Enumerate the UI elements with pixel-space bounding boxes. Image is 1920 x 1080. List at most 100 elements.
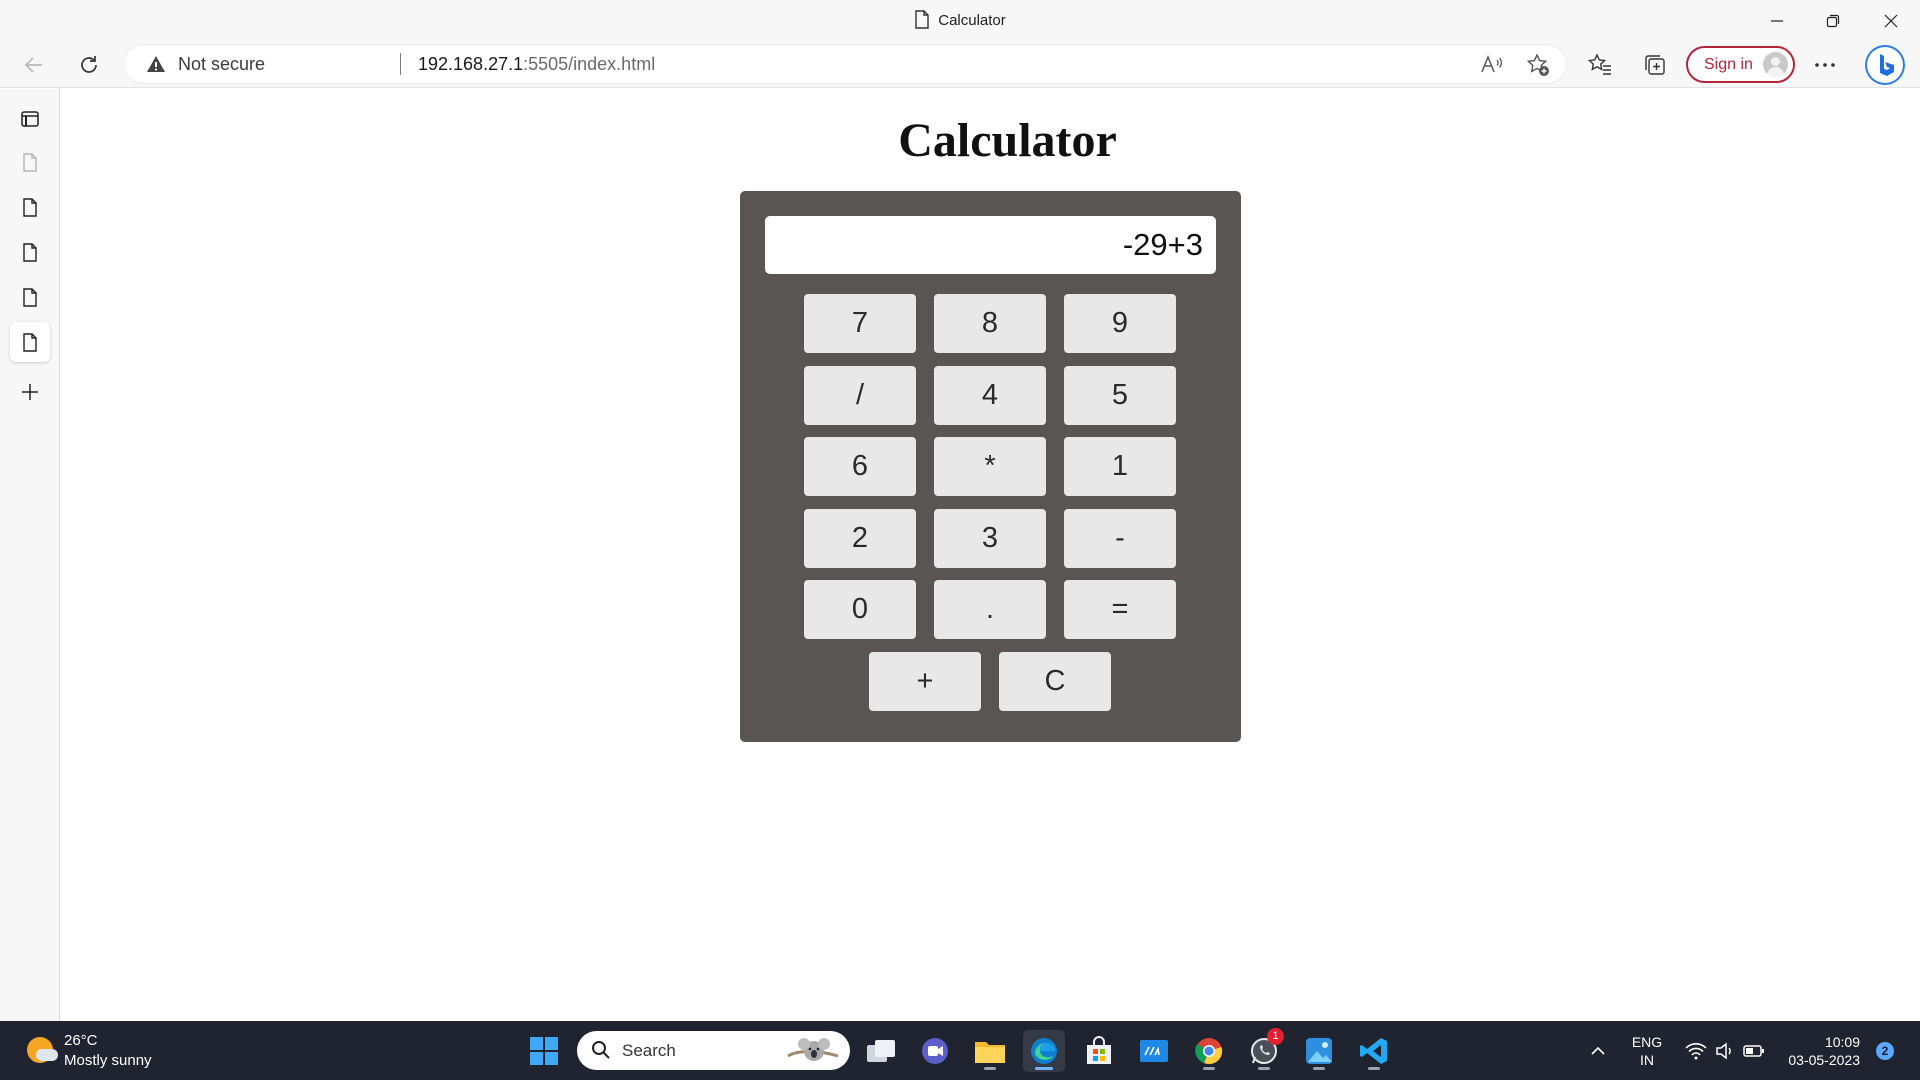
page-icon xyxy=(23,332,37,352)
photos-app-button[interactable] xyxy=(1298,1030,1340,1072)
key-add[interactable]: + xyxy=(869,652,981,711)
vscode-logo-icon xyxy=(1360,1038,1387,1064)
key-equals[interactable]: = xyxy=(1064,580,1176,639)
photos-icon xyxy=(1306,1038,1332,1064)
whatsapp-unread-badge: 1 xyxy=(1267,1028,1284,1045)
myhp-logo-icon xyxy=(1140,1040,1168,1062)
document-icon xyxy=(915,10,929,29)
clock[interactable]: 10:09 03-05-2023 xyxy=(1778,1033,1860,1069)
running-indicator xyxy=(1313,1067,1325,1070)
clock-date: 03-05-2023 xyxy=(1788,1052,1860,1068)
key-8[interactable]: 8 xyxy=(934,294,1046,353)
read-aloud-button[interactable] xyxy=(1478,51,1506,79)
settings-more-button[interactable] xyxy=(1811,51,1839,79)
page-content: Calculator -29+3 7 8 9 / 4 5 6 * 1 2 3 -… xyxy=(61,89,1920,1021)
volume-icon xyxy=(1716,1041,1731,1060)
language-region: IN xyxy=(1640,1052,1654,1068)
file-explorer-button[interactable] xyxy=(969,1030,1011,1072)
minimize-icon xyxy=(1771,19,1783,22)
sidebar-tab-active[interactable] xyxy=(10,322,50,362)
whatsapp-button[interactable]: 1 xyxy=(1243,1028,1285,1072)
task-view-button[interactable] xyxy=(860,1030,902,1072)
new-tab-button[interactable] xyxy=(10,372,50,412)
chevron-up-icon xyxy=(1591,1046,1605,1055)
address-bar[interactable]: Not secure 192.168.27.1:5505/index.html xyxy=(124,45,1566,83)
sign-in-button[interactable]: Sign in xyxy=(1686,46,1795,83)
key-multiply[interactable]: * xyxy=(934,437,1046,496)
collections-button[interactable] xyxy=(1641,51,1669,79)
page-icon xyxy=(23,152,37,172)
start-button[interactable] xyxy=(523,1030,565,1072)
store-icon xyxy=(1087,1036,1111,1064)
key-5[interactable]: 5 xyxy=(1064,366,1176,425)
edge-logo-icon xyxy=(1031,1038,1057,1064)
key-6[interactable]: 6 xyxy=(804,437,916,496)
page-icon xyxy=(23,242,37,262)
url-host: 192.168.27.1 xyxy=(418,54,524,74)
taskbar: 26°C Mostly sunny Search 1 ENG IN 10:09 … xyxy=(0,1021,1920,1080)
search-label: Search xyxy=(622,1041,676,1060)
key-0[interactable]: 0 xyxy=(804,580,916,639)
close-window-button[interactable] xyxy=(1863,0,1919,41)
calculator-panel: -29+3 7 8 9 / 4 5 6 * 1 2 3 - 0 . = + C xyxy=(740,191,1241,742)
page-icon xyxy=(23,287,37,307)
teams-chat-button[interactable] xyxy=(914,1030,956,1072)
key-1[interactable]: 1 xyxy=(1064,437,1176,496)
key-subtract[interactable]: - xyxy=(1064,509,1176,568)
star-add-icon xyxy=(1526,53,1549,76)
key-9[interactable]: 9 xyxy=(1064,294,1176,353)
key-4[interactable]: 4 xyxy=(934,366,1046,425)
myhp-app-button[interactable] xyxy=(1133,1030,1175,1072)
task-view-icon xyxy=(867,1040,895,1062)
url-text[interactable]: 192.168.27.1:5505/index.html xyxy=(418,54,655,75)
bing-copilot-button[interactable] xyxy=(1865,45,1905,85)
language-code: ENG xyxy=(1631,1034,1663,1050)
address-divider xyxy=(400,53,401,75)
close-icon xyxy=(1884,14,1898,27)
refresh-button[interactable] xyxy=(71,47,107,83)
key-3[interactable]: 3 xyxy=(934,509,1046,568)
calculator-display[interactable]: -29+3 xyxy=(765,216,1216,274)
security-status[interactable]: Not secure xyxy=(178,54,265,75)
key-divide[interactable]: / xyxy=(804,366,916,425)
bing-logo-icon xyxy=(1880,54,1894,76)
key-7[interactable]: 7 xyxy=(804,294,916,353)
quick-settings-button[interactable] xyxy=(1680,1021,1770,1080)
warning-icon[interactable] xyxy=(146,55,166,73)
taskbar-search-box[interactable]: Search xyxy=(577,1031,850,1070)
sidebar-tab-3[interactable] xyxy=(10,232,50,272)
weather-condition: Mostly sunny xyxy=(64,1052,152,1069)
show-hidden-icons-button[interactable] xyxy=(1586,1021,1610,1080)
restore-button[interactable] xyxy=(1805,0,1861,41)
tab-actions-icon xyxy=(21,111,39,127)
add-favorite-button[interactable] xyxy=(1524,51,1552,79)
running-indicator xyxy=(1368,1067,1380,1070)
back-button[interactable] xyxy=(16,47,52,83)
tab-actions-menu-button[interactable] xyxy=(10,99,50,139)
key-decimal[interactable]: . xyxy=(934,580,1046,639)
key-clear[interactable]: C xyxy=(999,652,1111,711)
sidebar-tab-2[interactable] xyxy=(10,187,50,227)
vscode-button[interactable] xyxy=(1353,1030,1395,1072)
search-icon xyxy=(592,1041,610,1059)
back-arrow-icon xyxy=(24,57,42,73)
active-indicator xyxy=(1035,1067,1053,1070)
key-2[interactable]: 2 xyxy=(804,509,916,568)
chrome-browser-button[interactable] xyxy=(1188,1030,1230,1072)
input-language-indicator[interactable]: ENG IN xyxy=(1630,1033,1664,1069)
favorites-button[interactable] xyxy=(1586,51,1614,79)
notification-badge[interactable]: 2 xyxy=(1876,1042,1894,1060)
vertical-tabs-sidebar xyxy=(0,89,60,1021)
weather-temperature: 26°C xyxy=(64,1032,98,1049)
window-title-text: Calculator xyxy=(938,12,1006,29)
battery-icon xyxy=(1743,1044,1764,1057)
page-icon xyxy=(23,197,37,217)
windows-logo-icon xyxy=(530,1037,558,1065)
plus-icon xyxy=(22,384,38,400)
sidebar-tab-1[interactable] xyxy=(10,142,50,182)
microsoft-store-button[interactable] xyxy=(1078,1030,1120,1072)
sidebar-tab-4[interactable] xyxy=(10,277,50,317)
page-title: Calculator xyxy=(898,114,1117,167)
edge-browser-button[interactable] xyxy=(1023,1030,1065,1072)
minimize-button[interactable] xyxy=(1749,0,1805,41)
